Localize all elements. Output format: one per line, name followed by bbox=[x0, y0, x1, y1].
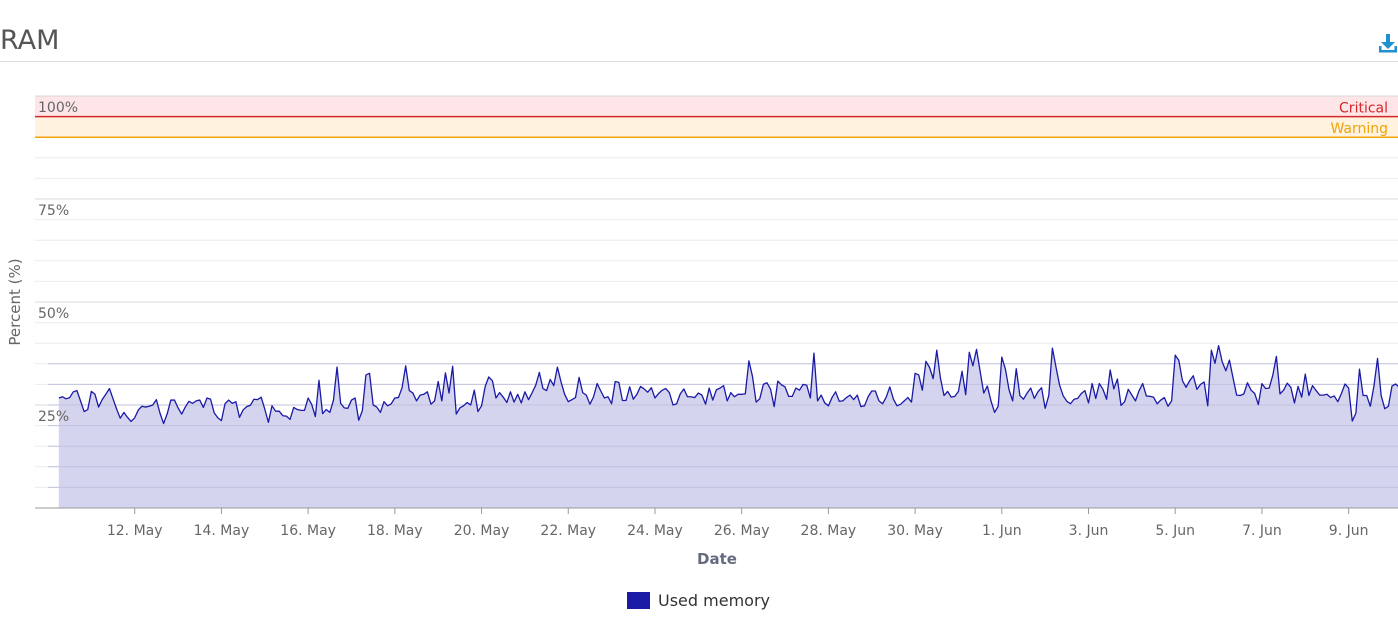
ram-chart: Critical Warning 100% 75% 50% 25% 12. May 14. M… bbox=[6, 95, 1398, 568]
warning-threshold-label: Warning bbox=[1330, 121, 1388, 137]
x-tick-label: 24. May bbox=[627, 523, 683, 539]
x-tick-label: 14. May bbox=[194, 523, 250, 539]
legend-label: Used memory bbox=[658, 590, 770, 610]
legend-item-used-memory[interactable]: Used memory bbox=[627, 589, 770, 611]
series-area-used-memory bbox=[58, 345, 1398, 508]
x-tick-label: 16. May bbox=[280, 523, 336, 539]
x-tick-label: 1. Jun bbox=[982, 523, 1022, 539]
x-axis-title: Date bbox=[697, 550, 737, 568]
y-tick-label: 75% bbox=[38, 203, 69, 219]
critical-threshold-label: Critical bbox=[1339, 101, 1388, 117]
critical-band bbox=[35, 96, 1398, 117]
x-tick-label: 28. May bbox=[801, 523, 857, 539]
y-axis-title: Percent (%) bbox=[6, 258, 24, 345]
x-tick-label: 26. May bbox=[714, 523, 770, 539]
y-tick-label: 100% bbox=[38, 100, 78, 116]
x-tick-label: 7. Jun bbox=[1242, 523, 1282, 539]
x-tick-label: 3. Jun bbox=[1069, 523, 1109, 539]
x-tick-label: 18. May bbox=[367, 523, 423, 539]
y-tick-label: 50% bbox=[38, 306, 69, 322]
legend-swatch bbox=[627, 591, 650, 609]
x-tick-label: 30. May bbox=[887, 523, 943, 539]
x-tick-label: 12. May bbox=[107, 523, 163, 539]
x-tick-label: 5. Jun bbox=[1155, 523, 1195, 539]
warning-band bbox=[35, 116, 1398, 138]
y-tick-label: 25% bbox=[38, 409, 69, 425]
x-tick-label: 22. May bbox=[540, 523, 596, 539]
x-tick-label: 20. May bbox=[454, 523, 510, 539]
x-tick-label: 9. Jun bbox=[1329, 523, 1369, 539]
